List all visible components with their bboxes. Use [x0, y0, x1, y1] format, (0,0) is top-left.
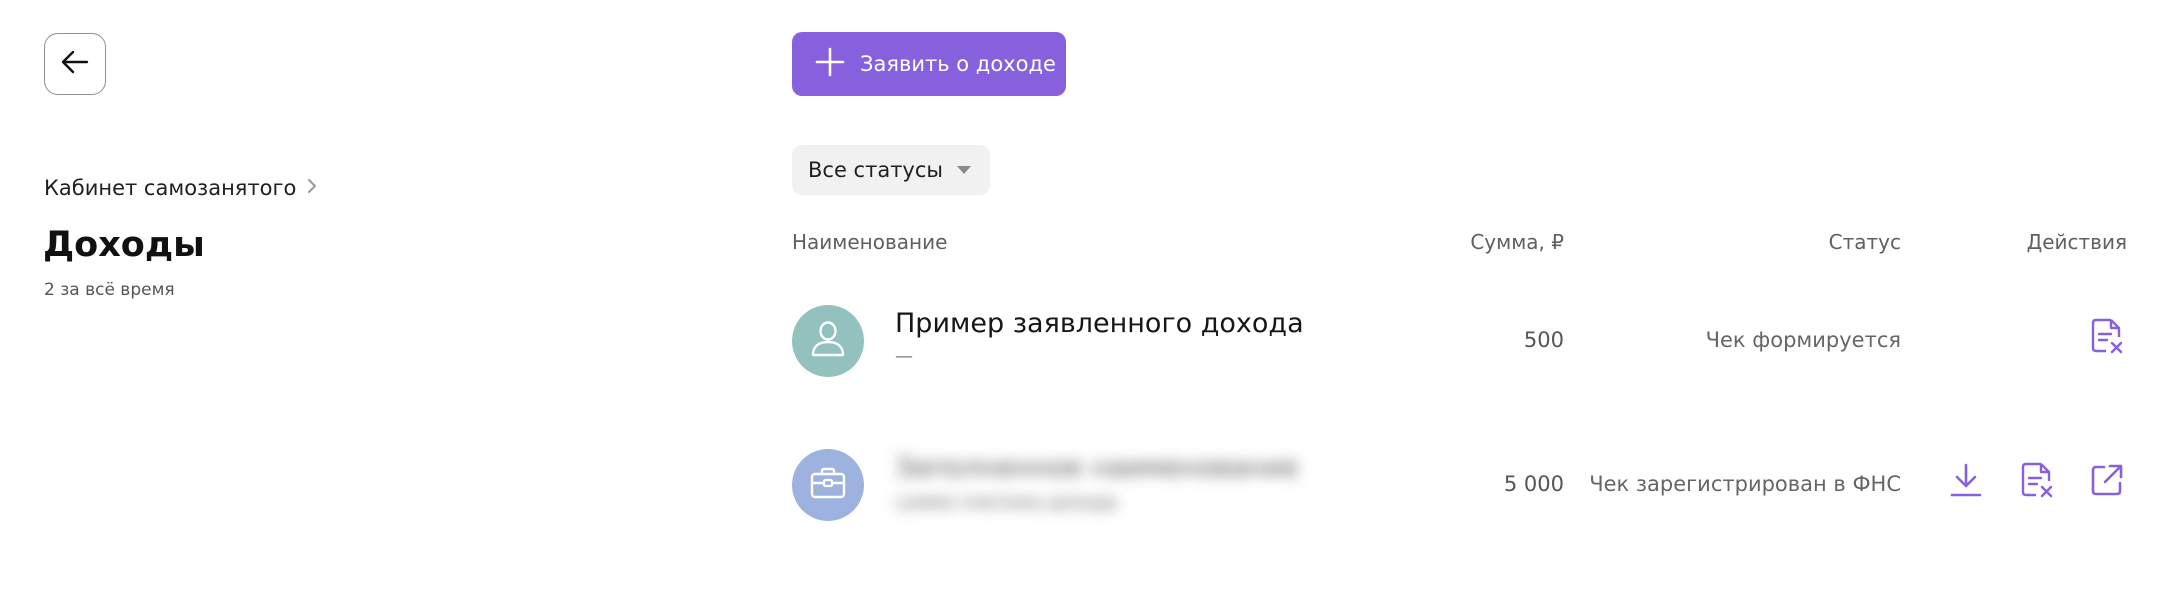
row-name: Пример заявленного дохода — [895, 308, 1304, 339]
plus-icon — [814, 46, 846, 83]
add-income-button[interactable]: Заявить о доходе — [792, 32, 1066, 96]
column-header-status: Статус — [1828, 230, 1901, 254]
arrow-left-icon — [57, 44, 93, 84]
row-name: Заполненное наименование — [895, 452, 1299, 483]
chevron-right-icon — [306, 176, 318, 200]
open-receipt-button[interactable] — [2087, 462, 2127, 502]
column-header-actions: Действия — [2026, 230, 2127, 254]
row-subtitle: сумма платежа дохода — [895, 492, 1117, 513]
caret-down-icon — [956, 166, 971, 174]
row-status: Чек формируется — [1705, 328, 1901, 352]
cancel-receipt-icon — [2019, 461, 2055, 503]
download-icon — [1948, 462, 1984, 502]
income-count: 2 за всё время — [44, 280, 175, 300]
avatar — [792, 305, 864, 377]
row-status: Чек зарегистрирован в ФНС — [1589, 472, 1901, 496]
column-header-name: Наименование — [792, 230, 948, 254]
page-title: Доходы — [43, 225, 205, 265]
external-link-icon — [2089, 462, 2125, 502]
breadcrumb[interactable]: Кабинет самозанятого — [44, 176, 318, 200]
cancel-receipt-button[interactable] — [2087, 318, 2127, 358]
person-icon — [809, 319, 847, 363]
cancel-receipt-icon — [2089, 317, 2125, 359]
cancel-receipt-button[interactable] — [2017, 462, 2057, 502]
breadcrumb-link[interactable]: Кабинет самозанятого — [44, 176, 296, 200]
add-income-label: Заявить о доходе — [860, 52, 1056, 76]
back-button[interactable] — [44, 33, 106, 95]
column-header-sum: Сумма, ₽ — [1470, 230, 1564, 254]
status-filter-dropdown[interactable]: Все статусы — [792, 145, 990, 195]
download-receipt-button[interactable] — [1946, 462, 1986, 502]
briefcase-icon — [809, 466, 847, 504]
avatar — [792, 449, 864, 521]
status-filter-value: Все статусы — [808, 158, 943, 182]
row-sum: 500 — [1523, 328, 1564, 352]
row-sum: 5 000 — [1503, 472, 1564, 496]
row-subtitle: — — [895, 346, 913, 367]
